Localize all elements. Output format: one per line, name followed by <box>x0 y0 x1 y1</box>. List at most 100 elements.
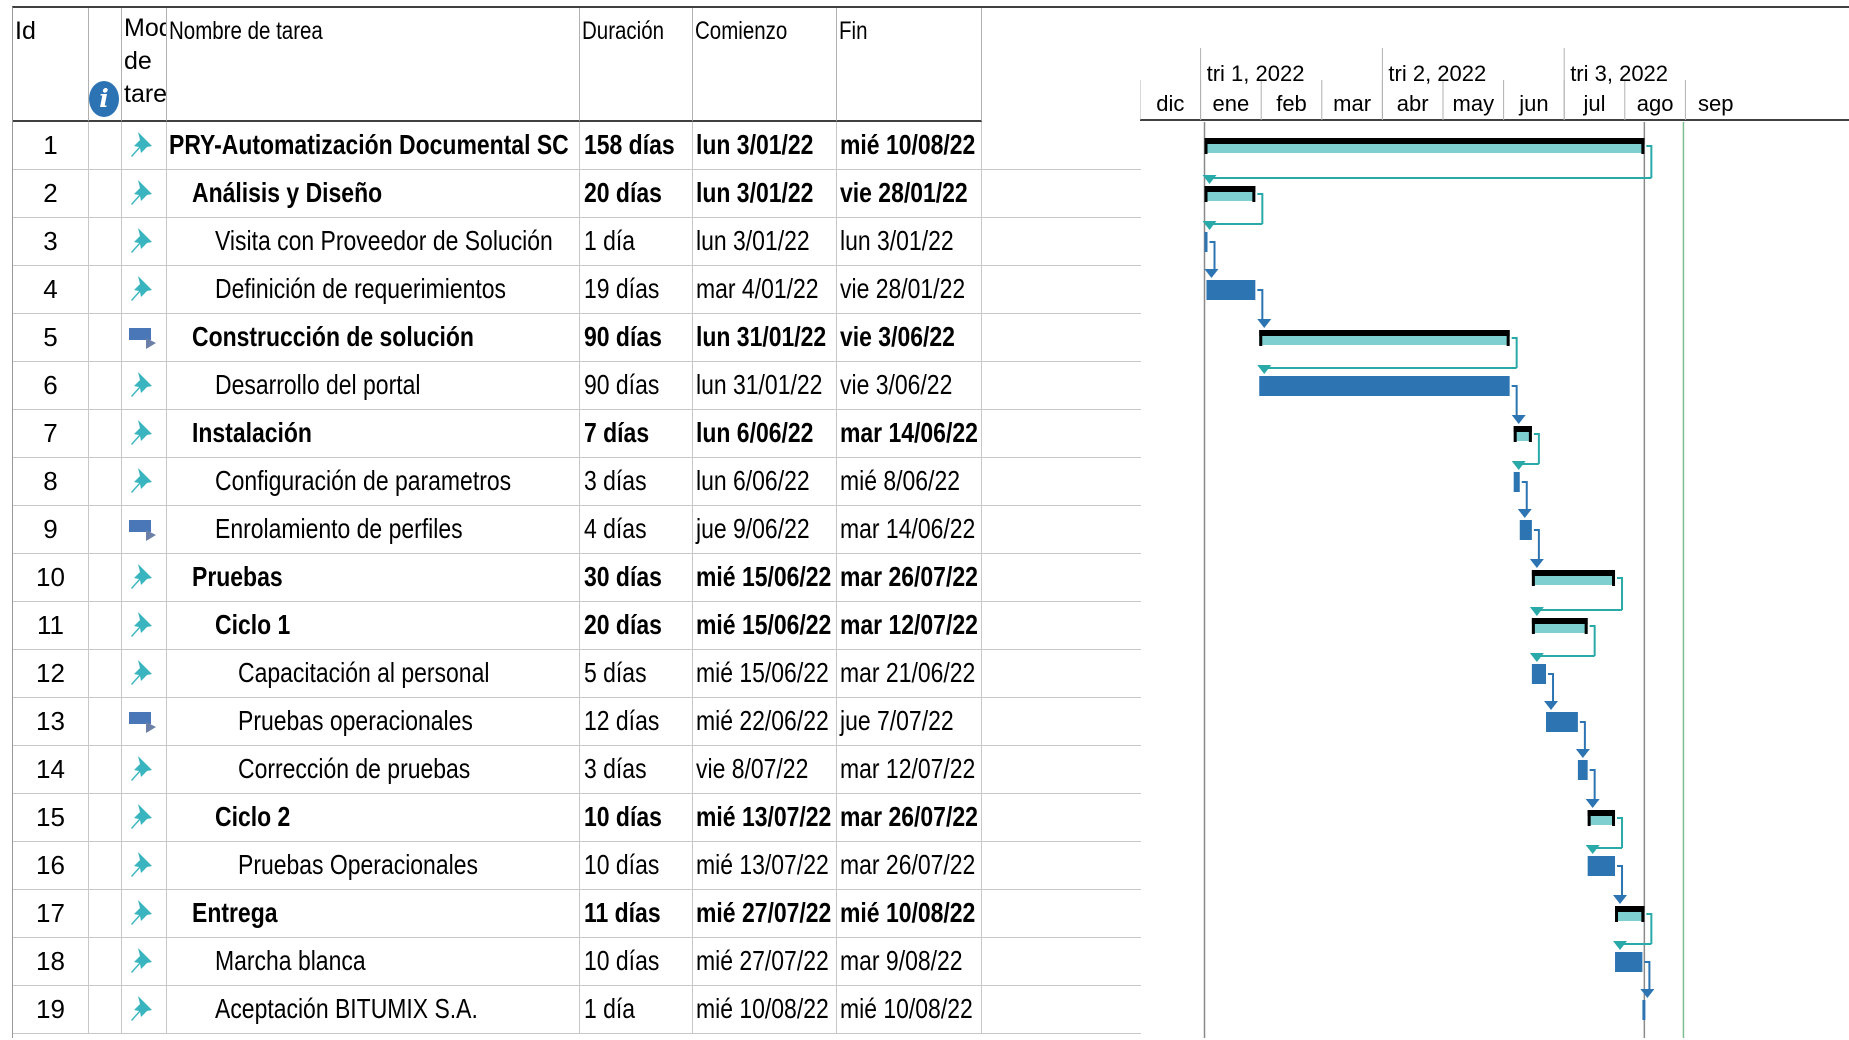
task-row[interactable]: 4 Definición de requerimientos 19 días mar … <box>13 266 1141 314</box>
task-id-cell[interactable]: 12 <box>13 650 89 698</box>
task-row[interactable]: 9 Enrolamiento de perfiles 4 días jue 9/06/… <box>13 506 1141 554</box>
task-indicator-cell[interactable] <box>89 266 122 314</box>
task-start-cell[interactable]: vie 8/07/22 <box>693 746 837 794</box>
task-row[interactable]: 13 Pruebas operacionales 12 días mié 22/06/… <box>13 698 1141 746</box>
task-name-cell[interactable]: Enrolamiento de perfiles <box>167 506 580 554</box>
task-row[interactable]: 2 Análisis y Diseño 20 días lun 3/01/22 vie … <box>13 170 1141 218</box>
task-indicator-cell[interactable] <box>89 890 122 938</box>
task-bar[interactable] <box>1204 232 1208 252</box>
task-indicator-cell[interactable] <box>89 794 122 842</box>
task-duration-cell[interactable]: 4 días <box>580 506 693 554</box>
task-indicator-cell[interactable] <box>89 698 122 746</box>
task-mode-cell[interactable] <box>122 554 167 602</box>
task-id-cell[interactable]: 1 <box>13 122 89 170</box>
task-finish-cell[interactable]: jue 7/07/22 <box>837 698 982 746</box>
task-id-cell[interactable]: 4 <box>13 266 89 314</box>
task-finish-cell[interactable]: mié 10/08/22 <box>837 890 982 938</box>
column-header-mode[interactable]: Modo de tarea <box>122 8 167 122</box>
task-mode-cell[interactable] <box>122 938 167 986</box>
task-id-cell[interactable]: 19 <box>13 986 89 1034</box>
task-bar[interactable] <box>1259 376 1510 396</box>
task-id-cell[interactable]: 5 <box>13 314 89 362</box>
task-bar[interactable] <box>1519 520 1532 540</box>
task-indicator-cell[interactable] <box>89 746 122 794</box>
task-name-cell[interactable]: Definición de requerimientos <box>167 266 580 314</box>
task-duration-cell[interactable]: 10 días <box>580 794 693 842</box>
task-start-cell[interactable]: lun 31/01/22 <box>693 314 837 362</box>
task-name-cell[interactable]: Configuración de parametros <box>167 458 580 506</box>
task-finish-cell[interactable]: mar 26/07/22 <box>837 554 982 602</box>
task-mode-cell[interactable] <box>122 314 167 362</box>
task-mode-cell[interactable] <box>122 698 167 746</box>
task-indicator-cell[interactable] <box>89 986 122 1034</box>
task-start-cell[interactable]: lun 6/06/22 <box>693 458 837 506</box>
task-row[interactable]: 6 Desarrollo del portal 90 días lun 31/01/2… <box>13 362 1141 410</box>
task-row[interactable]: 10 Pruebas 30 días mié 15/06/22 mar 26/07/22 <box>13 554 1141 602</box>
task-finish-cell[interactable]: mar 14/06/22 <box>837 506 982 554</box>
task-mode-cell[interactable] <box>122 986 167 1034</box>
task-finish-cell[interactable]: mar 21/06/22 <box>837 650 982 698</box>
task-name-cell[interactable]: Pruebas <box>167 554 580 602</box>
task-row[interactable]: 18 Marcha blanca 10 días mié 27/07/22 mar 9/… <box>13 938 1141 986</box>
task-duration-cell[interactable]: 3 días <box>580 458 693 506</box>
task-name-cell[interactable]: Desarrollo del portal <box>167 362 580 410</box>
task-duration-cell[interactable]: 11 días <box>580 890 693 938</box>
summary-bar[interactable] <box>1587 810 1616 816</box>
task-finish-cell[interactable]: vie 28/01/22 <box>837 266 982 314</box>
task-indicator-cell[interactable] <box>89 506 122 554</box>
task-bar[interactable] <box>1531 664 1547 684</box>
task-duration-cell[interactable]: 1 día <box>580 986 693 1034</box>
task-finish-cell[interactable]: mar 14/06/22 <box>837 410 982 458</box>
task-finish-cell[interactable]: mar 12/07/22 <box>837 602 982 650</box>
task-start-cell[interactable]: lun 3/01/22 <box>693 170 837 218</box>
task-start-cell[interactable]: jue 9/06/22 <box>693 506 837 554</box>
task-mode-cell[interactable] <box>122 362 167 410</box>
task-name-cell[interactable]: Construcción de solución <box>167 314 580 362</box>
column-header-start[interactable]: Comienzo <box>693 8 837 122</box>
task-id-cell[interactable]: 15 <box>13 794 89 842</box>
task-id-cell[interactable]: 11 <box>13 602 89 650</box>
task-row[interactable]: 1 PRY-Automatización Documental SC 158 día… <box>13 122 1141 170</box>
task-start-cell[interactable]: mié 22/06/22 <box>693 698 837 746</box>
task-id-cell[interactable]: 2 <box>13 170 89 218</box>
task-bar[interactable] <box>1615 952 1643 972</box>
task-duration-cell[interactable]: 12 días <box>580 698 693 746</box>
task-start-cell[interactable]: mié 27/07/22 <box>693 890 837 938</box>
task-mode-cell[interactable] <box>122 842 167 890</box>
task-finish-cell[interactable]: lun 3/01/22 <box>837 218 982 266</box>
column-header-finish[interactable]: Fin <box>837 8 982 122</box>
task-finish-cell[interactable]: mar 26/07/22 <box>837 794 982 842</box>
task-indicator-cell[interactable] <box>89 314 122 362</box>
task-duration-cell[interactable]: 1 día <box>580 218 693 266</box>
task-mode-cell[interactable] <box>122 890 167 938</box>
task-name-cell[interactable]: PRY-Automatización Documental SC <box>167 122 580 170</box>
summary-bar[interactable] <box>1204 186 1256 192</box>
task-mode-cell[interactable] <box>122 266 167 314</box>
task-indicator-cell[interactable] <box>89 458 122 506</box>
task-indicator-cell[interactable] <box>89 842 122 890</box>
task-indicator-cell[interactable] <box>89 602 122 650</box>
task-finish-cell[interactable]: mar 12/07/22 <box>837 746 982 794</box>
task-id-cell[interactable]: 13 <box>13 698 89 746</box>
task-row[interactable]: 16 Pruebas Operacionales 10 días mié 13/07/… <box>13 842 1141 890</box>
task-indicator-cell[interactable] <box>89 554 122 602</box>
task-finish-cell[interactable]: vie 28/01/22 <box>837 170 982 218</box>
task-bar[interactable] <box>1513 472 1520 492</box>
task-duration-cell[interactable]: 10 días <box>580 938 693 986</box>
task-name-cell[interactable]: Ciclo 1 <box>167 602 580 650</box>
task-duration-cell[interactable]: 3 días <box>580 746 693 794</box>
task-name-cell[interactable]: Corrección de pruebas <box>167 746 580 794</box>
task-finish-cell[interactable]: mié 8/06/22 <box>837 458 982 506</box>
task-id-cell[interactable]: 10 <box>13 554 89 602</box>
task-duration-cell[interactable]: 10 días <box>580 842 693 890</box>
task-mode-cell[interactable] <box>122 458 167 506</box>
task-duration-cell[interactable]: 30 días <box>580 554 693 602</box>
task-mode-cell[interactable] <box>122 218 167 266</box>
task-bar[interactable] <box>1577 760 1588 780</box>
task-duration-cell[interactable]: 7 días <box>580 410 693 458</box>
task-start-cell[interactable]: mié 27/07/22 <box>693 938 837 986</box>
column-header-name[interactable]: Nombre de tarea <box>167 8 580 122</box>
task-start-cell[interactable]: mié 15/06/22 <box>693 554 837 602</box>
task-start-cell[interactable]: mié 13/07/22 <box>693 842 837 890</box>
task-duration-cell[interactable]: 20 días <box>580 170 693 218</box>
